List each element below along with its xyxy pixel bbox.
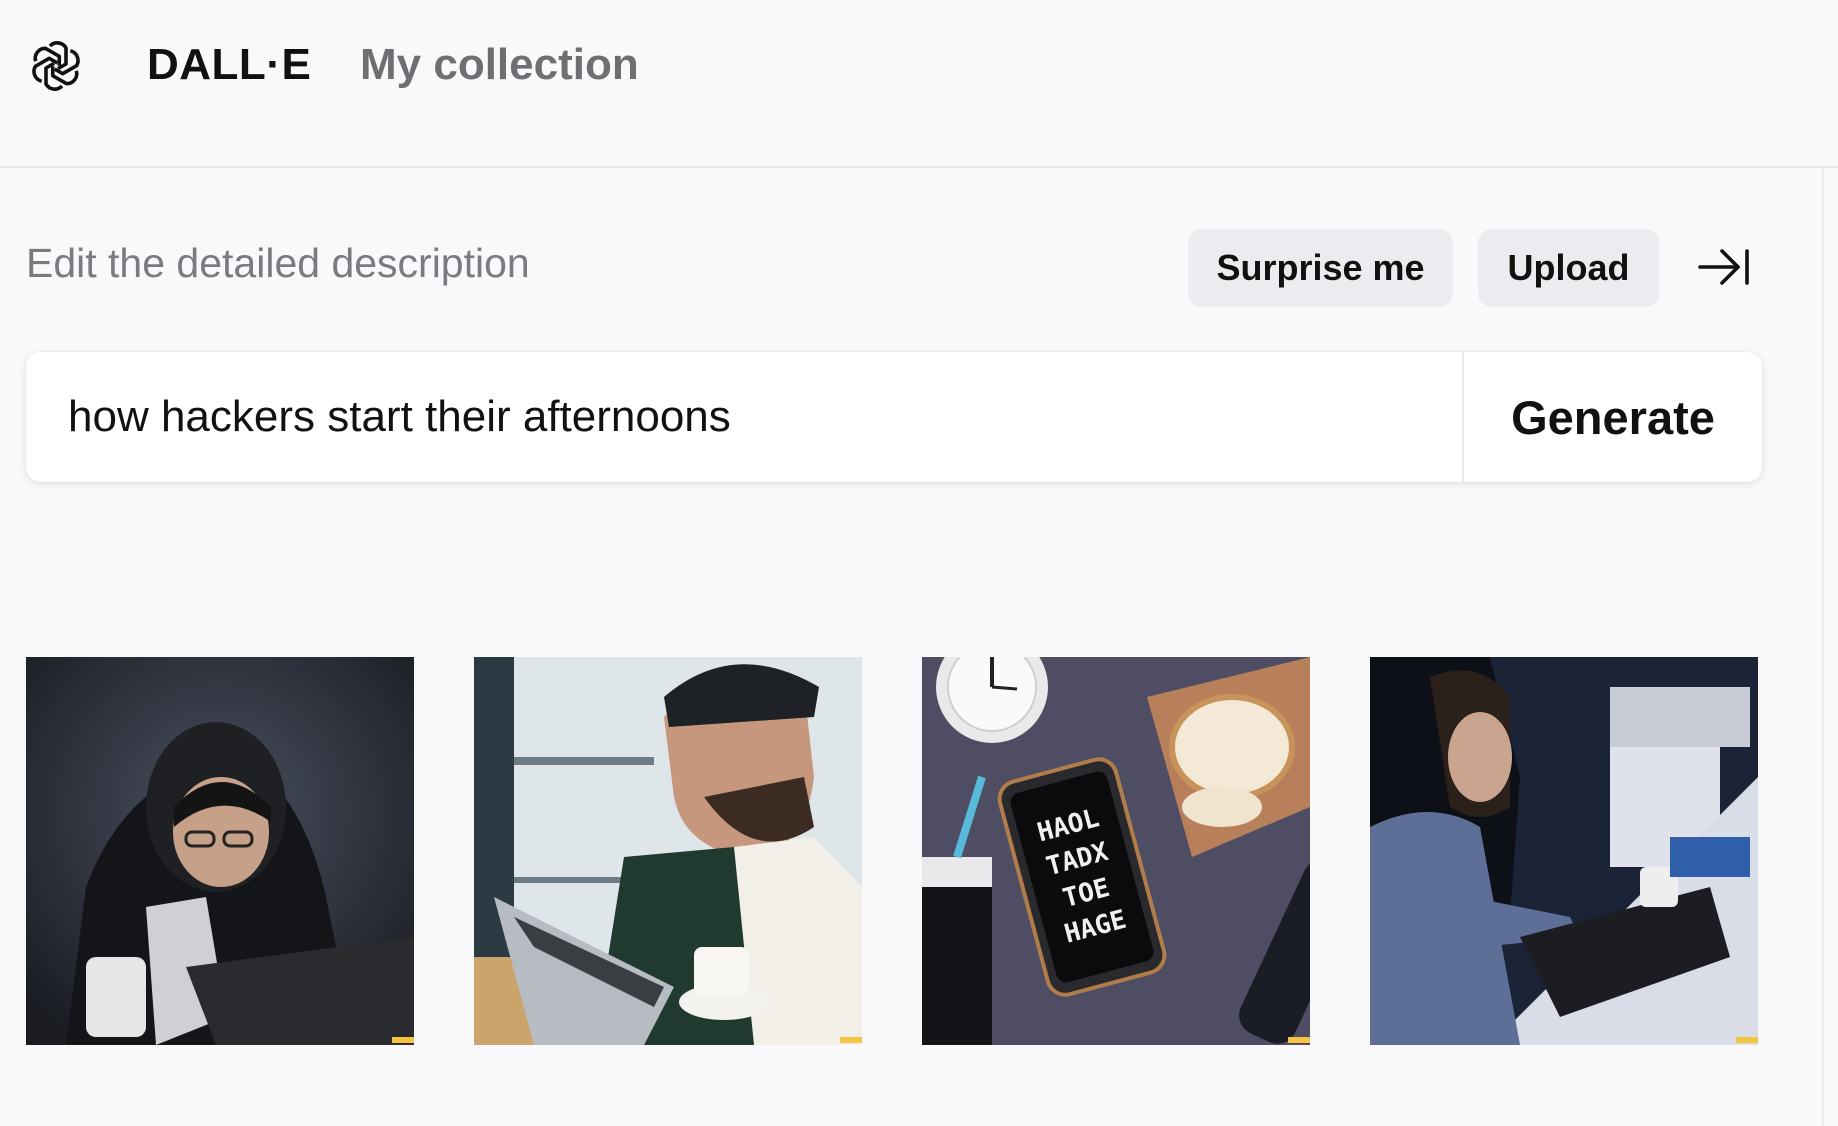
result-image-3[interactable]: HAOL TADX TOE HAGE [922,657,1310,1045]
generate-button[interactable]: Generate [1464,352,1762,482]
prompt-input[interactable] [68,352,1448,482]
top-bar: DALL·E My collection [0,0,1838,168]
openai-logo-icon[interactable] [26,36,86,96]
result-image-2[interactable] [474,657,862,1045]
collapse-panel-icon[interactable] [1696,245,1752,289]
upload-button[interactable]: Upload [1478,229,1659,307]
panel-divider [1822,168,1824,1126]
prompt-heading: Edit the detailed description [26,240,530,286]
prompt-box: Generate [26,352,1762,482]
result-image-4[interactable] [1370,657,1758,1045]
brand-title[interactable]: DALL·E [147,40,311,90]
surprise-me-button[interactable]: Surprise me [1188,229,1453,307]
nav-my-collection[interactable]: My collection [360,40,639,90]
result-image-1[interactable] [26,657,414,1045]
